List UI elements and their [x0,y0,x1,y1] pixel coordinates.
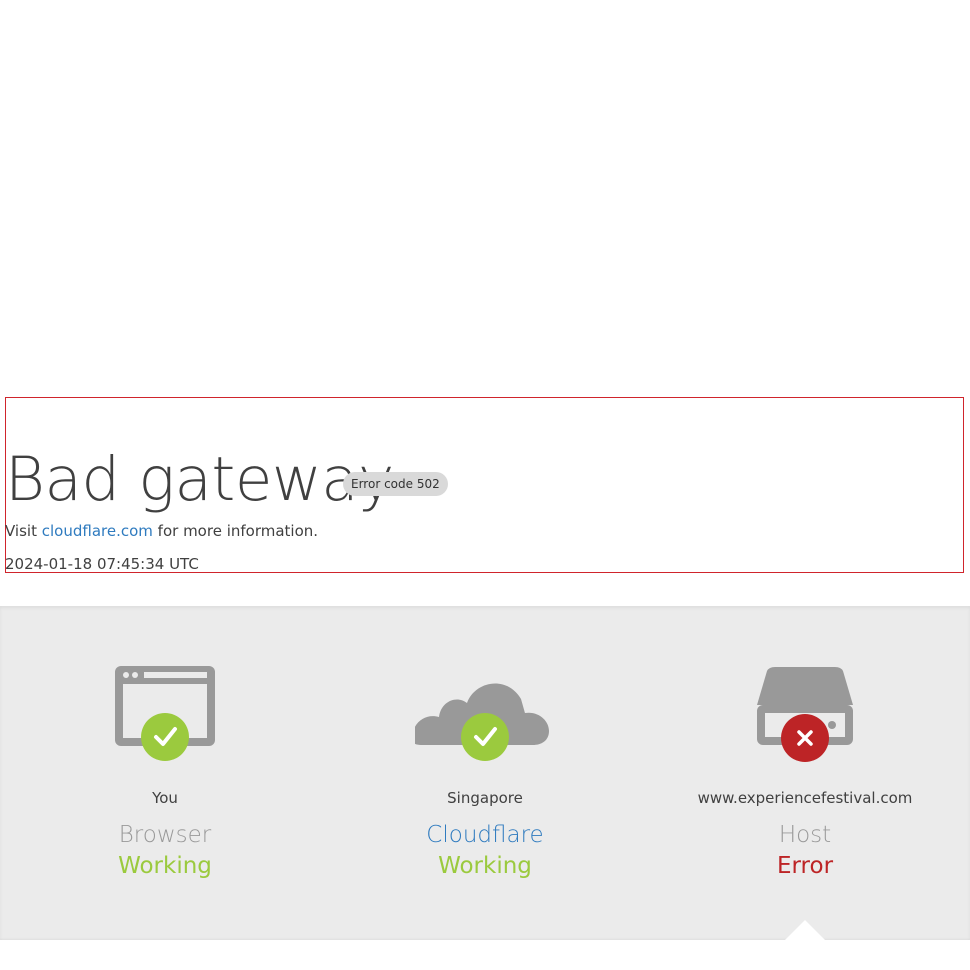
location-label: You [152,789,178,807]
location-label: www.experiencefestival.com [697,789,913,807]
panel-bottom [0,940,970,970]
server-icon-wrap [645,661,965,771]
visit-suffix: for more information. [157,522,319,540]
check-icon [461,713,509,761]
status-browser: You Browser Working [5,606,325,940]
browser-icon-wrap [5,661,325,771]
timestamp: 2024-01-18 07:45:34 UTC [5,555,199,573]
status-host: www.experiencefestival.com Host Error [645,606,965,940]
state-label: Working [118,853,212,879]
location-label: Singapore [447,789,523,807]
cloud-icon [415,683,549,761]
state-label: Error [776,853,834,879]
info-line: Visit cloudflare.com for more informatio… [5,521,318,541]
check-icon [141,713,189,761]
error-x-icon [781,714,829,762]
browser-icon [115,666,215,761]
status-cloudflare: Singapore Cloudflare Working [325,606,645,940]
service-label: Host [778,822,832,848]
error-code-badge: Error code 502 [343,472,448,496]
service-label[interactable]: Cloudflare [325,820,645,850]
service-label: Browser [118,822,212,848]
state-label: Working [438,853,532,879]
page-title: Bad gateway [5,444,394,515]
cloudflare-link[interactable]: cloudflare.com [42,522,153,540]
cloud-icon-wrap [325,661,645,771]
visit-prefix: Visit [5,522,37,540]
server-icon [757,667,853,762]
